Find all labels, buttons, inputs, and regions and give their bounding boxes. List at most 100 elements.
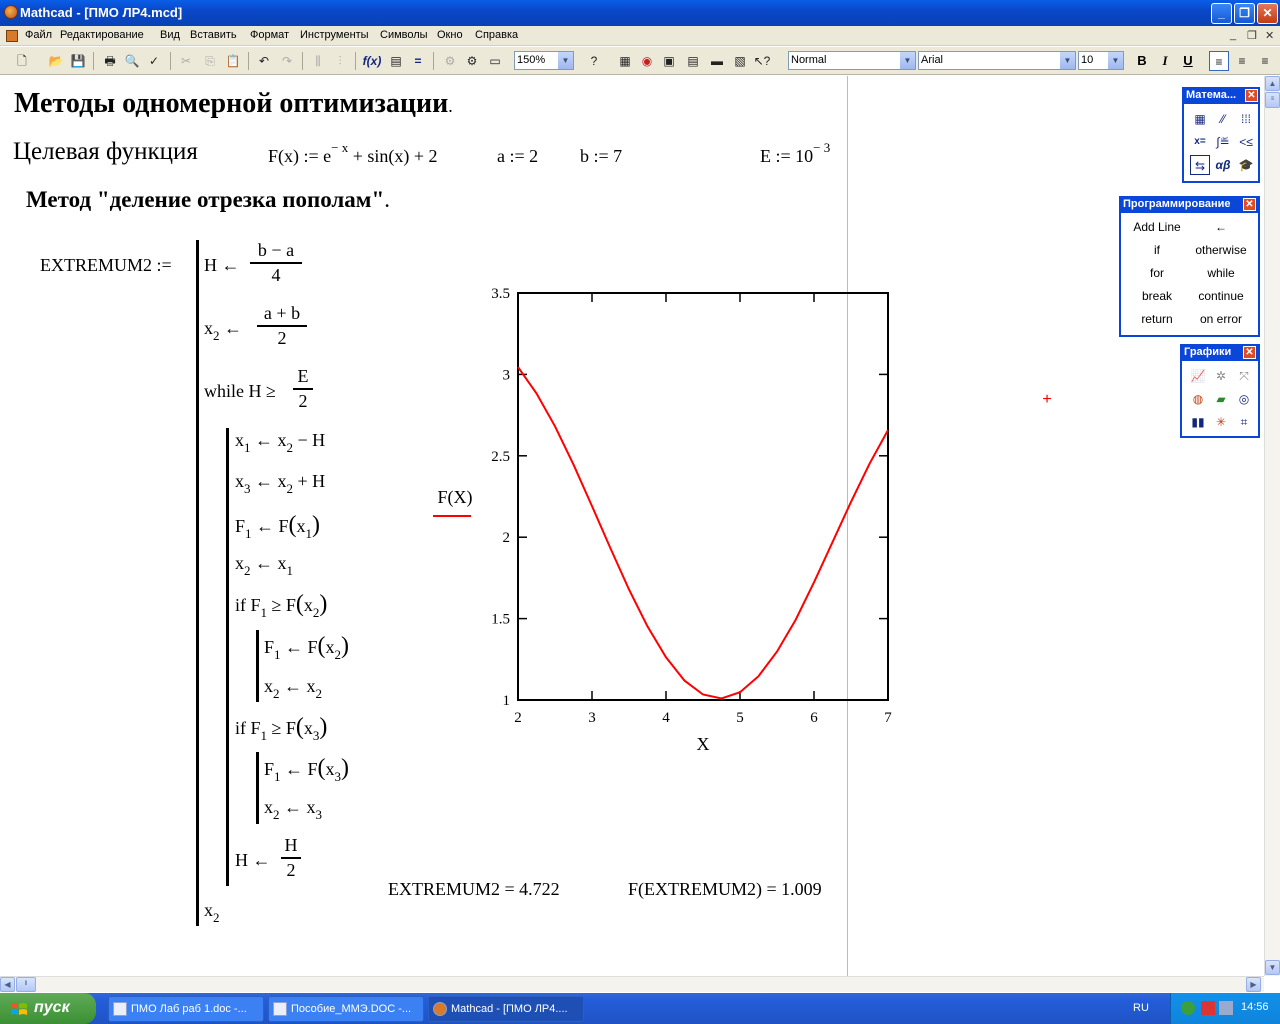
target-function-label[interactable]: Целевая функция	[13, 138, 198, 166]
context-help-icon[interactable]: ↖?	[752, 51, 772, 71]
menu-format[interactable]: Формат	[250, 29, 289, 41]
return-x2[interactable]: x2	[204, 900, 220, 925]
scroll-thumb[interactable]: ≡	[1265, 92, 1280, 108]
if-button[interactable]: if	[1125, 243, 1189, 257]
font-select[interactable]: Arial ▼	[918, 51, 1076, 70]
method-title[interactable]: Метод "деление отрезка пополам".	[26, 187, 390, 213]
h-update[interactable]: H ←	[235, 850, 271, 871]
programming-icon[interactable]: ⇆	[1190, 155, 1210, 175]
stmt-f1[interactable]: F1 ← F(x1)	[235, 512, 320, 541]
surface-plot-icon[interactable]: ◍	[1188, 389, 1208, 409]
while-condition[interactable]: while H ≥	[204, 381, 276, 402]
insert-component-icon[interactable]: ⚙	[462, 51, 482, 71]
close-icon[interactable]: ✕	[1245, 89, 1258, 102]
align-right-icon[interactable]: ≡	[1255, 51, 1275, 71]
insert-hyperlink-icon[interactable]: ⚙	[440, 51, 460, 71]
extremum-label[interactable]: EXTREMUM2 :=	[40, 255, 172, 276]
align-center-icon[interactable]: ≡	[1232, 51, 1252, 71]
zoom-select[interactable]: 150% ▼	[514, 51, 574, 70]
xy-plot[interactable]: 2 3 4 5 6 7 1 1.5 2 2.5 3 3.5 X F(X)	[420, 280, 900, 760]
on-error-button[interactable]: on error	[1189, 312, 1253, 326]
doc-close-button[interactable]: ✕	[1265, 29, 1274, 42]
stmt-f1-fx3[interactable]: F1 ← F(x3)	[264, 755, 349, 784]
3d-scatter-icon[interactable]: ◎	[1234, 389, 1254, 409]
add-line-button[interactable]: Add Line	[1125, 220, 1189, 234]
f-extremum-result[interactable]: F(EXTREMUM2) = 1.009	[628, 879, 822, 900]
worksheet-icon[interactable]: ▦	[615, 51, 635, 71]
scroll-thumb[interactable]: ⦀	[16, 977, 36, 992]
vector-field-icon[interactable]: ✳	[1211, 412, 1231, 432]
x2-init[interactable]: x2 ←	[204, 318, 242, 343]
menu-window[interactable]: Окно	[437, 29, 463, 41]
font-size-select[interactable]: 10 ▼	[1078, 51, 1124, 70]
stmt-x3[interactable]: x3 ← x2 + H	[235, 471, 325, 496]
stmt-x2-x2[interactable]: x2 ← x2	[264, 676, 322, 701]
menu-help[interactable]: Справка	[475, 29, 518, 41]
vertical-scrollbar[interactable]: ▲ ≡ ▼	[1264, 76, 1280, 976]
scroll-left-icon[interactable]: ◀	[0, 977, 15, 992]
page-heading[interactable]: Методы одномерной оптимизации.	[14, 88, 453, 120]
3d-bar-icon[interactable]: ▮▮	[1188, 412, 1208, 432]
close-button[interactable]: ✕	[1257, 3, 1278, 24]
boolean-icon[interactable]: <≤	[1236, 132, 1256, 152]
close-icon[interactable]: ✕	[1243, 198, 1256, 211]
polar-plot-icon[interactable]: ✲	[1211, 366, 1231, 386]
extremum-result[interactable]: EXTREMUM2 = 4.722	[388, 879, 560, 900]
taskbar-item-word1[interactable]: ПМО Лаб раб 1.doc -...	[108, 996, 264, 1022]
stmt-x2-x1[interactable]: x2 ← x1	[235, 553, 293, 578]
spell-check-icon[interactable]: ✓	[144, 51, 164, 71]
save-icon[interactable]: 💾	[68, 51, 88, 71]
doc-restore-button[interactable]: ❐	[1247, 29, 1257, 42]
if-f1-fx3[interactable]: if F1 ≥ F(x3)	[235, 714, 327, 743]
undo-icon[interactable]: ↶	[254, 51, 274, 71]
function-definition[interactable]: F(x) := e− x + sin(x) + 2	[268, 140, 438, 167]
language-indicator[interactable]: RU	[1133, 1002, 1149, 1014]
video-icon[interactable]: ▬	[707, 51, 727, 71]
maximize-button[interactable]: ❐	[1234, 3, 1255, 24]
if-f1-fx2[interactable]: if F1 ≥ F(x2)	[235, 591, 327, 620]
for-button[interactable]: for	[1125, 266, 1189, 280]
volume-icon[interactable]	[1219, 1001, 1233, 1015]
insert-unit-icon[interactable]: ▤	[386, 51, 406, 71]
scroll-right-icon[interactable]: ▶	[1246, 977, 1261, 992]
matrix-icon[interactable]: ⁞⁞⁞	[1236, 109, 1256, 129]
print-icon[interactable]: 🖶	[100, 51, 120, 71]
local-assign-button[interactable]: ←	[1189, 220, 1253, 234]
graph-toolbar-icon[interactable]: ⁄⁄	[1213, 109, 1233, 129]
calculator-icon[interactable]: ▦	[1190, 109, 1210, 129]
open-file-icon[interactable]: 📂	[46, 51, 66, 71]
calculus-icon[interactable]: ∫≝	[1213, 132, 1233, 152]
return-button[interactable]: return	[1125, 312, 1189, 326]
taskbar-item-mathcad[interactable]: Mathcad - [ПМО ЛР4....	[428, 996, 584, 1022]
library-icon[interactable]: ▤	[683, 51, 703, 71]
stmt-x1[interactable]: x1 ← x2 − H	[235, 430, 325, 455]
align-left-icon[interactable]: ≡	[1209, 51, 1229, 71]
a-definition[interactable]: a := 2	[497, 146, 538, 167]
menu-file[interactable]: Файл	[25, 29, 52, 41]
scroll-down-icon[interactable]: ▼	[1265, 960, 1280, 975]
xy-plot-icon[interactable]: 📈	[1188, 366, 1208, 386]
break-button[interactable]: break	[1125, 289, 1189, 303]
new-file-icon[interactable]: 🗋	[12, 51, 32, 71]
redo-icon[interactable]: ↷	[277, 51, 297, 71]
document-icon[interactable]	[6, 30, 18, 42]
menu-insert[interactable]: Вставить	[190, 29, 237, 41]
menu-view[interactable]: Вид	[160, 29, 180, 41]
while-button[interactable]: while	[1189, 266, 1253, 280]
symbolic-icon[interactable]: 🎓	[1236, 155, 1256, 175]
paste-icon[interactable]: 📋	[223, 51, 243, 71]
scroll-up-icon[interactable]: ▲	[1265, 76, 1280, 91]
stmt-f1-fx2[interactable]: F1 ← F(x2)	[264, 633, 349, 662]
menu-edit[interactable]: Редактирование	[60, 29, 144, 41]
contour-plot-icon[interactable]: ▰	[1211, 389, 1231, 409]
resource-center-icon[interactable]: ▭	[485, 51, 505, 71]
greek-icon[interactable]: αβ	[1213, 155, 1233, 175]
help-icon[interactable]: ?	[584, 51, 604, 71]
evaluation-icon[interactable]: x=	[1190, 132, 1210, 152]
taskbar-item-word2[interactable]: Пособие_ММЭ.DOC -...	[268, 996, 424, 1022]
bold-button[interactable]: B	[1132, 51, 1152, 71]
calculate-icon[interactable]: =	[408, 51, 428, 71]
menu-symbols[interactable]: Символы	[380, 29, 428, 41]
mathcad-app-icon[interactable]	[4, 5, 18, 19]
tray-app-icon[interactable]	[1181, 1001, 1195, 1015]
